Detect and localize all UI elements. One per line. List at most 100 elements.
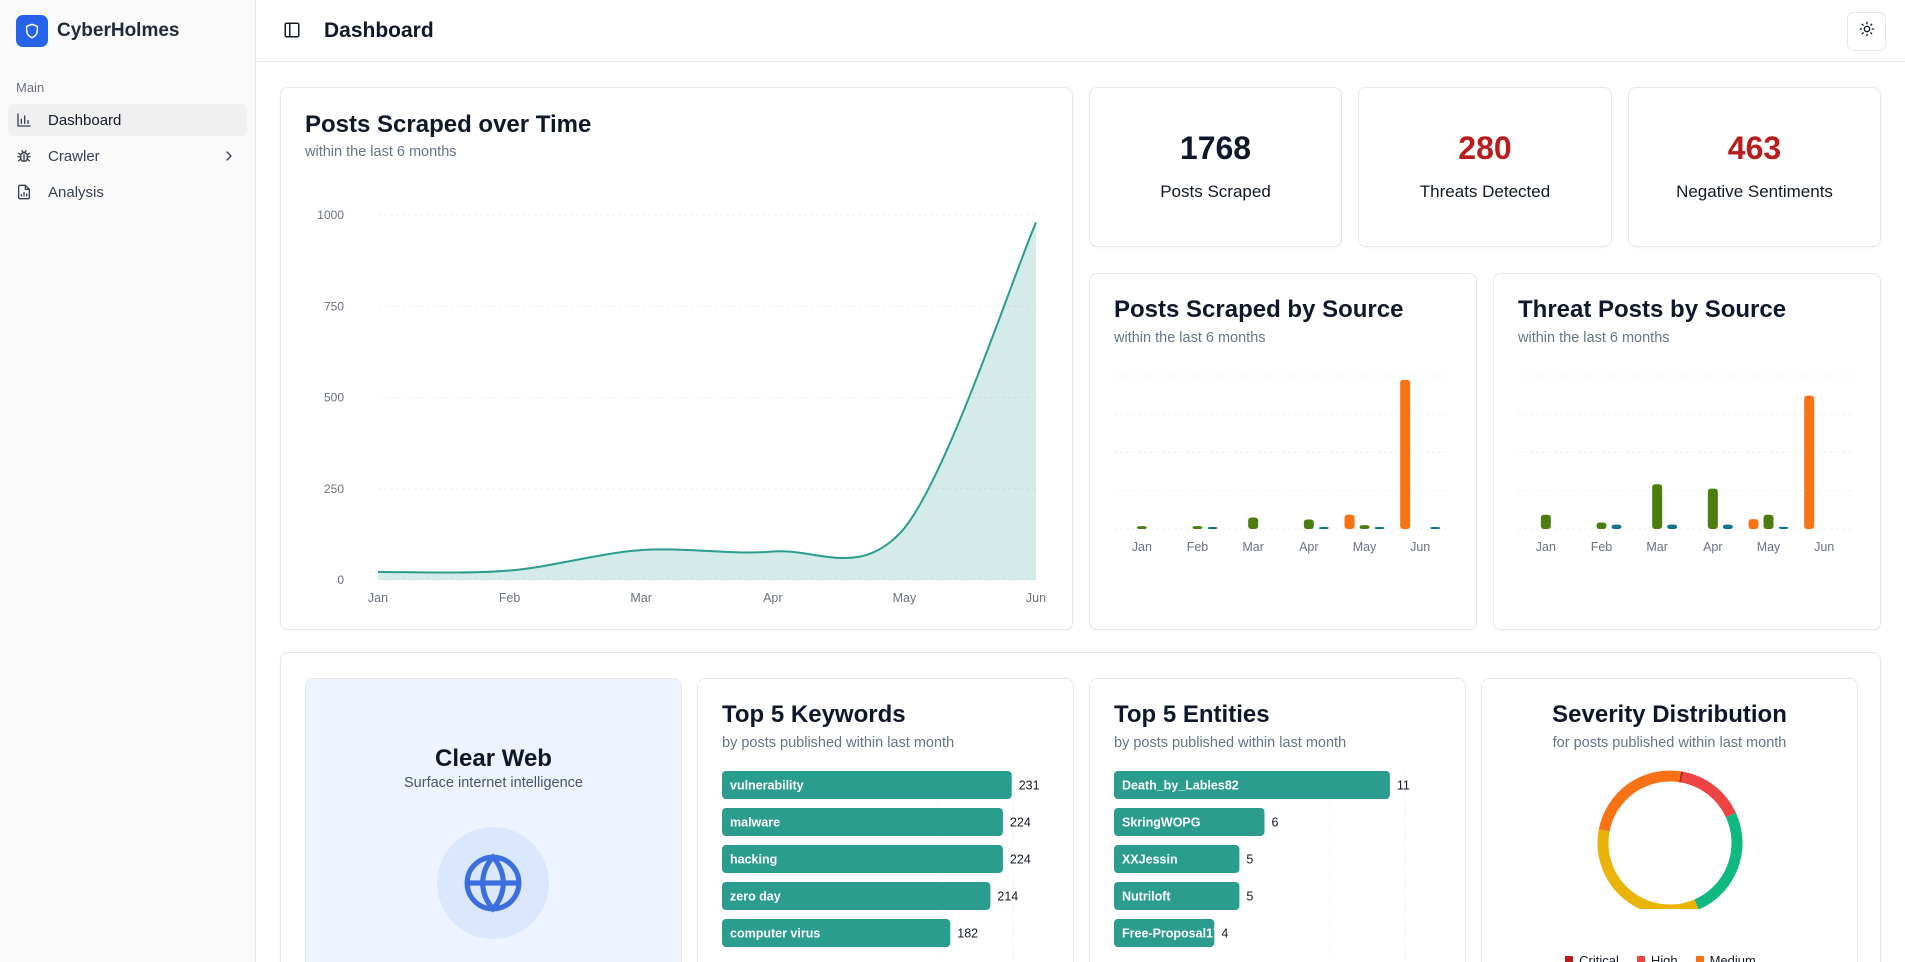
threats-by-source-card: Threat Posts by Source within the last 6… (1493, 273, 1881, 630)
bar-value: 4 (1221, 927, 1228, 941)
sun-icon (1859, 21, 1875, 42)
x-tick-label: Mar (630, 591, 652, 605)
stat-label: Negative Sentiments (1676, 182, 1833, 201)
x-tick-label: Jan (368, 591, 388, 605)
brand[interactable]: CyberHolmes (16, 15, 180, 47)
hbar-chart-entities: Death_by_Lables82 11 SkringWOPG 6 XXJessin 5 N… (1114, 771, 1410, 962)
severity-legend: Critical High Medium (1482, 951, 1857, 962)
legend-swatch (1695, 956, 1704, 962)
card-subtitle: within the last 6 months (1114, 330, 1266, 346)
shield-logo-icon (16, 15, 48, 47)
legend-label: Medium (1709, 952, 1756, 962)
sidebar-item-crawler[interactable]: Crawler (8, 140, 247, 172)
x-tick-label: Mar (1242, 540, 1264, 554)
top-header: Dashboard (257, 0, 1905, 62)
stat-card-threats: 280 Threats Detected (1358, 87, 1612, 247)
bar-label: SkringWOPG (1122, 816, 1200, 830)
theme-toggle-button[interactable] (1847, 12, 1886, 51)
bar (1596, 522, 1607, 529)
card-subtitle: by posts published within last month (1114, 735, 1347, 751)
page-title: Dashboard (324, 19, 434, 42)
x-tick-label: Jan (1536, 540, 1556, 554)
sidebar: CyberHolmes Main Dashboard Crawler Analy… (0, 0, 256, 962)
x-tick-label: Feb (1187, 540, 1209, 554)
file-chart-icon (16, 184, 32, 200)
donut-slice (1680, 771, 1736, 818)
bar (1400, 379, 1411, 529)
bar-chart-threats-by-source: Jan Feb Mar Apr May Jun (1518, 375, 1852, 554)
bar-chart-posts-by-source: Jan Feb Mar Apr May Jun (1114, 375, 1448, 554)
stat-label: Threats Detected (1419, 182, 1551, 201)
sidebar-item-analysis[interactable]: Analysis (8, 176, 247, 208)
donut-slice (1694, 812, 1743, 909)
bar (1207, 527, 1218, 529)
bar (1303, 519, 1314, 529)
x-tick-label: Jun (1410, 540, 1430, 554)
x-tick-label: May (1757, 540, 1781, 554)
bug-icon (16, 148, 32, 164)
bar (1359, 525, 1370, 529)
card-title: Severity Distribution (1552, 701, 1787, 728)
bar-value: 6 (1272, 816, 1279, 830)
area-chart: 0 250 500 750 1000 Jan Feb Mar Apr May Jun (317, 208, 1046, 605)
card-title: Top 5 Entities (1114, 701, 1270, 728)
y-tick-label: 0 (337, 573, 344, 587)
bar-label: XXJessin (1122, 853, 1178, 867)
stat-card-negative: 463 Negative Sentiments (1628, 87, 1881, 247)
bar-label: computer virus (730, 927, 820, 941)
clear-web-title: Clear Web (435, 745, 552, 772)
bar-label: Nutriloft (1122, 890, 1171, 904)
sidebar-toggle-icon[interactable] (283, 21, 301, 39)
bar-value: 182 (957, 927, 978, 941)
sidebar-item-dashboard[interactable]: Dashboard (8, 104, 247, 136)
bar (1667, 524, 1678, 529)
bar-label: malware (730, 816, 780, 830)
bar-value: 231 (1019, 779, 1040, 793)
bar (1763, 514, 1774, 529)
bar (1804, 395, 1815, 529)
card-subtitle: for posts published within last month (1552, 735, 1787, 751)
globe-icon (437, 827, 549, 939)
bar (1430, 527, 1441, 529)
y-tick-label: 500 (324, 391, 344, 405)
posts-over-time-card: Posts Scraped over Time within the last … (280, 87, 1073, 630)
bar-label: zero day (730, 890, 781, 904)
bar-value: 5 (1246, 890, 1253, 904)
bar-label: Free-Proposal173 (1122, 927, 1227, 941)
posts-by-source-card: Posts Scraped by Source within the last … (1089, 273, 1477, 630)
x-tick-label: Apr (763, 591, 782, 605)
y-tick-label: 250 (324, 482, 344, 496)
card-title: Threat Posts by Source (1518, 296, 1787, 323)
legend-item: High (1636, 953, 1678, 962)
y-tick-label: 1000 (317, 208, 344, 222)
stat-label: Posts Scraped (1160, 182, 1271, 201)
bar-chart-icon (16, 112, 32, 128)
x-tick-label: May (1353, 540, 1377, 554)
legend-label: Critical (1579, 952, 1619, 962)
x-tick-label: Apr (1703, 540, 1722, 554)
sidebar-item-label: Crawler (48, 147, 100, 165)
app-name: CyberHolmes (57, 20, 180, 41)
legend-swatch (1565, 956, 1574, 962)
bar (1248, 517, 1259, 529)
card-subtitle: by posts published within last month (722, 735, 955, 751)
severity-card: Severity Distribution for posts publishe… (1481, 678, 1858, 962)
x-tick-label: Jan (1132, 540, 1152, 554)
hbar-chart-keywords: vulnerability 231 malware 224 hacking 224 zero… (722, 771, 1040, 962)
bar (1374, 527, 1385, 529)
legend-item: Medium (1695, 952, 1756, 962)
clear-web-card[interactable]: Clear Web Surface internet intelligence (305, 678, 682, 962)
bar (1318, 527, 1329, 529)
card-subtitle: within the last 6 months (1518, 330, 1670, 346)
sidebar-group-label: Main (16, 80, 45, 95)
bar (1778, 526, 1789, 529)
legend-item: Critical (1565, 953, 1619, 962)
stat-value: 280 (1458, 130, 1512, 166)
bar (1540, 514, 1551, 529)
bar-value: 224 (1010, 853, 1031, 867)
x-tick-label: Apr (1299, 540, 1318, 554)
chevron-right-icon (221, 148, 237, 168)
x-tick-label: Feb (1591, 540, 1613, 554)
bar (1344, 514, 1355, 529)
sidebar-item-label: Analysis (48, 183, 104, 201)
